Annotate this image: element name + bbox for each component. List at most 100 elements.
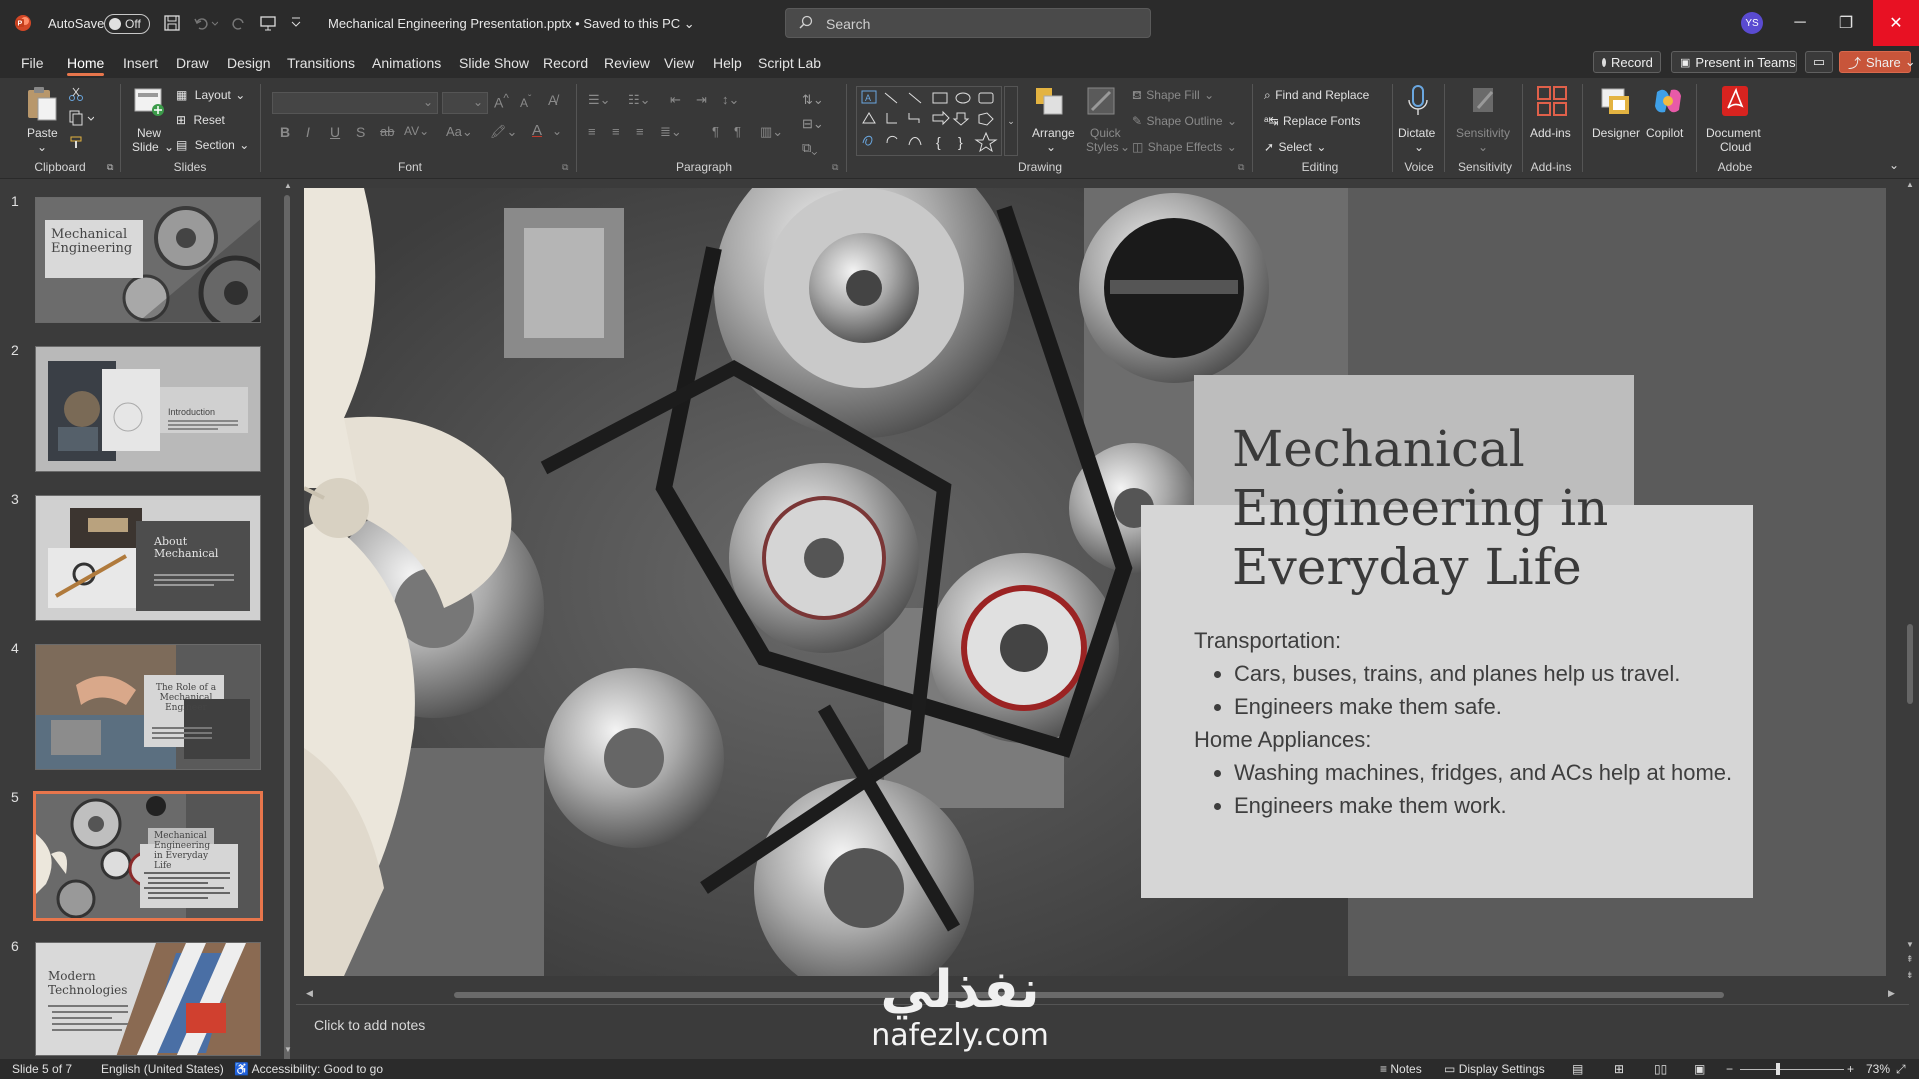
current-slide[interactable]: Mechanical Engineering in Everyday Life …	[304, 188, 1886, 976]
editor-horizontal-scrollbar[interactable]: ◀ ▶	[306, 988, 1898, 1000]
comments-button[interactable]: ▭	[1805, 51, 1833, 73]
autosave-toggle[interactable]: Off	[104, 14, 150, 34]
slide-sorter-icon[interactable]: ⊞	[1614, 1062, 1624, 1076]
tab-design[interactable]: Design	[227, 55, 271, 71]
scrollbar-thumb[interactable]	[454, 992, 1724, 998]
cut-icon[interactable]	[68, 86, 84, 107]
font-size-combobox[interactable]: ⌄	[442, 92, 488, 114]
character-spacing-icon[interactable]: AV⌄	[404, 124, 429, 138]
fit-slide-icon[interactable]: ⤢	[1896, 1062, 1906, 1077]
customize-qat-icon[interactable]	[290, 15, 302, 34]
shape-effects-button[interactable]: ◫ Shape Effects ⌄	[1132, 138, 1237, 156]
shadow-icon[interactable]: S	[356, 124, 365, 140]
bullets-icon[interactable]: ☰⌄	[588, 92, 611, 108]
document-cloud-button[interactable]: Document Cloud	[1704, 84, 1766, 154]
justify-icon[interactable]: ≣⌄	[660, 124, 682, 140]
slideshow-view-icon[interactable]: ▣	[1694, 1062, 1705, 1076]
tab-draw[interactable]: Draw	[176, 55, 209, 71]
underline-icon[interactable]: U	[330, 124, 340, 140]
dialog-launcher-icon[interactable]: ⧉	[562, 162, 568, 173]
sensitivity-button[interactable]: Sensitivity ⌄	[1454, 84, 1516, 154]
ltr-icon[interactable]: ¶	[712, 124, 719, 139]
slide-thumbnail-1[interactable]: Mechanical Engineering	[35, 197, 261, 323]
present-in-teams-button[interactable]: ▣ Present in Teams	[1671, 51, 1797, 73]
restore-icon[interactable]: ❐	[1823, 0, 1869, 46]
dialog-launcher-icon[interactable]: ⧉	[107, 162, 113, 173]
align-text-icon[interactable]: ⊟⌄	[802, 116, 824, 132]
italic-icon[interactable]: I	[306, 124, 310, 140]
align-center-icon[interactable]: ≡	[612, 124, 620, 139]
present-from-start-icon[interactable]	[259, 14, 277, 37]
smartart-icon[interactable]: ⧉⌄	[802, 140, 817, 156]
chevron-down-icon[interactable]: ⌄	[552, 124, 562, 138]
paste-button[interactable]: Paste ⌄	[22, 84, 62, 154]
collapse-ribbon-icon[interactable]: ⌄	[1889, 158, 1899, 172]
font-name-combobox[interactable]: ⌄	[272, 92, 438, 114]
tab-insert[interactable]: Insert	[123, 55, 158, 71]
layout-button[interactable]: ▦ Layout ⌄	[176, 86, 245, 104]
reading-view-icon[interactable]: ▯▯	[1654, 1062, 1667, 1076]
redo-icon[interactable]	[230, 14, 248, 37]
language-indicator[interactable]: English (United States)	[101, 1062, 224, 1076]
next-slide-icon[interactable]: ⇟	[1906, 970, 1914, 981]
dialog-launcher-icon[interactable]: ⧉	[832, 162, 838, 173]
tab-script-lab[interactable]: Script Lab	[758, 55, 821, 71]
slide-thumbnail-4[interactable]: The Role of a Mechanical Engineer	[35, 644, 261, 770]
scroll-left-icon[interactable]: ◀	[306, 988, 313, 999]
dictate-button[interactable]: Dictate ⌄	[1398, 84, 1438, 154]
tab-animations[interactable]: Animations	[372, 55, 441, 71]
shape-outline-button[interactable]: ✎ Shape Outline ⌄	[1132, 112, 1237, 130]
scroll-down-icon[interactable]: ▼	[284, 1045, 292, 1054]
change-case-icon[interactable]: Aa⌄	[446, 124, 473, 140]
columns-icon[interactable]: ▥⌄	[760, 124, 783, 140]
scrollbar-thumb[interactable]	[1907, 624, 1913, 704]
search-input[interactable]: Search	[785, 8, 1151, 38]
tab-slide-show[interactable]: Slide Show	[459, 55, 529, 71]
share-button[interactable]: ⤴ Share ⌄	[1839, 51, 1916, 73]
scrollbar-thumb[interactable]	[284, 195, 290, 1065]
scroll-down-icon[interactable]: ▼	[1906, 940, 1914, 949]
increase-font-size-icon[interactable]: A^	[494, 92, 509, 111]
clear-formatting-icon[interactable]: A̸	[548, 92, 557, 108]
replace-fonts-button[interactable]: ᵃ↹ Replace Fonts	[1264, 112, 1360, 130]
editor-vertical-scrollbar[interactable]: ▲ ▼ ⇞ ⇟	[1904, 180, 1916, 992]
previous-slide-icon[interactable]: ⇞	[1906, 954, 1914, 965]
rtl-icon[interactable]: ¶	[734, 124, 741, 139]
close-icon[interactable]: ✕	[1873, 0, 1919, 46]
align-right-icon[interactable]: ≡	[636, 124, 644, 139]
align-left-icon[interactable]: ≡	[588, 124, 596, 139]
document-title[interactable]: Mechanical Engineering Presentation.pptx…	[328, 16, 695, 32]
user-avatar[interactable]: YS	[1741, 12, 1763, 34]
font-color-icon[interactable]: A	[532, 122, 542, 139]
select-button[interactable]: ➚ Select ⌄	[1264, 138, 1326, 156]
normal-view-icon[interactable]: ▤	[1572, 1062, 1583, 1076]
designer-button[interactable]: Designer	[1592, 84, 1640, 140]
add-ins-button[interactable]: Add-ins	[1530, 84, 1574, 140]
record-button[interactable]: Record	[1593, 51, 1661, 73]
zoom-out-icon[interactable]: −	[1726, 1062, 1733, 1076]
scroll-up-icon[interactable]: ▲	[1906, 180, 1914, 189]
zoom-slider[interactable]	[1740, 1063, 1844, 1075]
slide-count[interactable]: Slide 5 of 7	[12, 1062, 72, 1076]
tab-file[interactable]: File	[21, 55, 44, 71]
display-settings[interactable]: ▭ Display Settings	[1444, 1062, 1545, 1076]
reset-button[interactable]: ⊞ Reset	[176, 111, 225, 129]
zoom-level[interactable]: 73%	[1866, 1062, 1890, 1076]
tab-view[interactable]: View	[664, 55, 694, 71]
tab-home[interactable]: Home	[67, 55, 104, 71]
zoom-slider-thumb[interactable]	[1776, 1063, 1780, 1075]
line-spacing-icon[interactable]: ↕⌄	[722, 92, 739, 108]
highlight-icon[interactable]: 🖍⌄	[490, 124, 517, 140]
save-icon[interactable]	[163, 14, 181, 37]
minimize-icon[interactable]: ─	[1777, 0, 1823, 46]
shapes-more-icon[interactable]: ⌄	[1004, 86, 1018, 156]
dialog-launcher-icon[interactable]: ⧉	[1238, 162, 1244, 173]
thumbnails-scrollbar[interactable]: ▲ ▼	[281, 181, 293, 1065]
undo-icon[interactable]	[192, 14, 219, 37]
slide-thumbnail-2[interactable]: Introduction	[35, 346, 261, 472]
new-slide-button[interactable]: New Slide ⌄	[132, 84, 174, 154]
shape-fill-button[interactable]: ⛾ Shape Fill ⌄	[1132, 86, 1214, 104]
notes-toggle[interactable]: ≡ Notes	[1380, 1062, 1422, 1076]
tab-review[interactable]: Review	[604, 55, 650, 71]
slide-thumbnail-5[interactable]: Mechanical Engineering in Everyday Life	[34, 792, 262, 920]
